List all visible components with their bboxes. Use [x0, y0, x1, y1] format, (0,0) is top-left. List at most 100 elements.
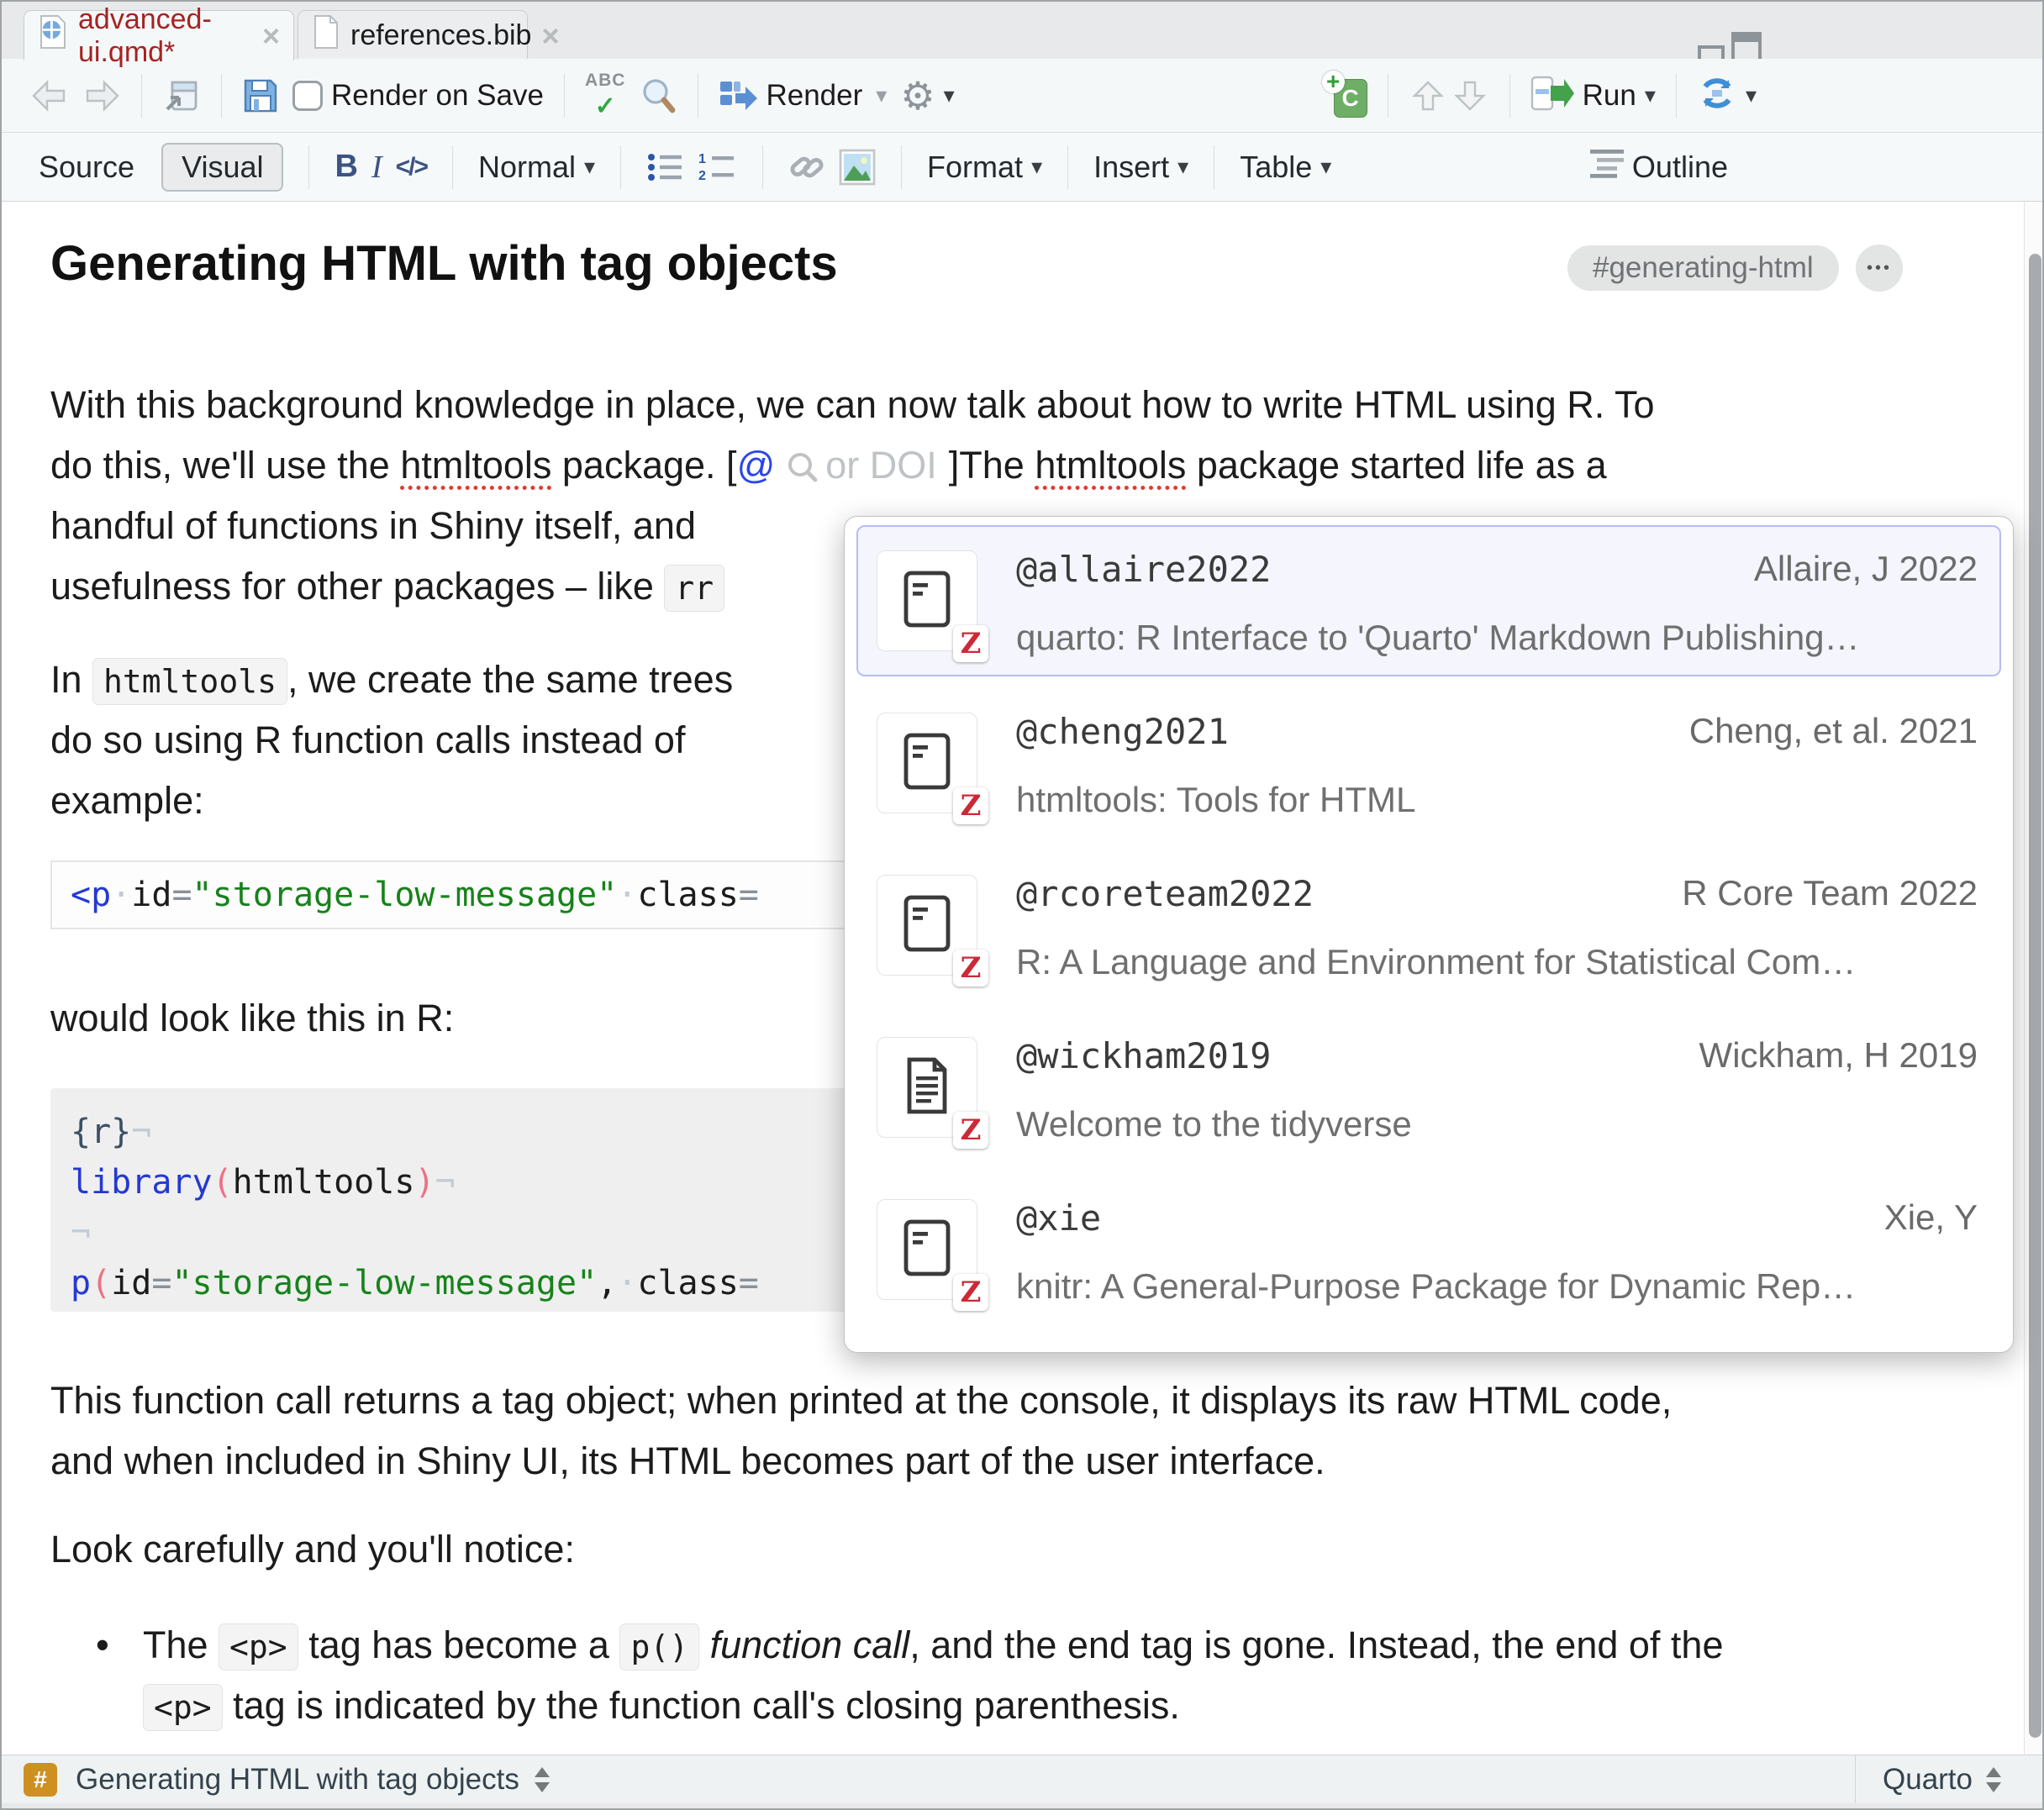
close-tab-icon[interactable]: ×	[541, 21, 559, 51]
heading-level-icon: #	[24, 1763, 57, 1797]
inline-code-button[interactable]: </>	[396, 153, 427, 182]
paragraph-line: do so using R function calls instead of	[50, 715, 685, 766]
tab-title: references.bib	[350, 19, 531, 52]
citation-title: R: A Language and Environment for Statis…	[1016, 942, 1978, 982]
render-button[interactable]: Render	[719, 76, 862, 114]
file-icon	[312, 14, 340, 57]
format-menu[interactable]: Format▾	[927, 150, 1042, 185]
table-menu[interactable]: Table▾	[1240, 150, 1331, 185]
rerun-button[interactable]: ▾	[1697, 75, 1757, 116]
document-type-selector[interactable]: Quarto	[1855, 1755, 2030, 1803]
insert-menu[interactable]: Insert▾	[1093, 150, 1188, 185]
chevron-down-icon: ▾	[1320, 154, 1331, 180]
bullet-list-button[interactable]	[646, 151, 685, 183]
run-icon	[1530, 76, 1574, 115]
save-button[interactable]	[242, 77, 279, 114]
book-icon	[903, 732, 951, 795]
zotero-badge: Z	[953, 1274, 988, 1311]
link-button[interactable]	[788, 149, 825, 186]
reference-type-icon-box: Z	[877, 1199, 977, 1300]
citation-title: htmltools: Tools for HTML	[1016, 780, 1978, 820]
forward-button[interactable]	[82, 79, 121, 113]
scrollbar-thumb[interactable]	[2029, 254, 2041, 1738]
rerun-caret-icon: ▾	[1746, 82, 1757, 108]
zotero-badge: Z	[953, 950, 988, 987]
citation-entry-allaire2022[interactable]: Z @allaire2022 Allaire, J 2022 quarto: R…	[856, 525, 2001, 676]
visual-mode-button[interactable]: Visual	[161, 143, 283, 192]
citation-entry-xie[interactable]: Z @xie Xie, Y knitr: A General-Purpose P…	[856, 1174, 2001, 1325]
doc-type-updown-icon	[1984, 1765, 2003, 1794]
code-token: (	[213, 1163, 233, 1202]
italic-button[interactable]: I	[371, 149, 382, 186]
citation-entry-rcoreteam2022[interactable]: Z @rcoreteam2022 R Core Team 2022 R: A L…	[856, 850, 2001, 1001]
code-token: )	[414, 1163, 435, 1202]
citation-key: @cheng2021	[1016, 711, 1229, 752]
render-options-caret[interactable]: ▾	[876, 82, 887, 108]
settings-button[interactable]: ⚙ ▾	[900, 73, 954, 118]
citation-entry-wickham2019[interactable]: Z @wickham2019 Wickham, H 2019 Welcome t…	[856, 1012, 2001, 1163]
paragraph-line: handful of functions in Shiny itself, an…	[50, 501, 696, 551]
current-section-selector[interactable]: Generating HTML with tag objects	[76, 1763, 519, 1797]
chevron-down-icon: ▾	[584, 154, 595, 180]
chevron-down-icon: ▾	[1031, 154, 1042, 180]
jump-next-button[interactable]	[1456, 76, 1489, 115]
chevron-down-icon: ▾	[1177, 154, 1188, 180]
bullet-marker: •	[96, 1620, 109, 1671]
section-anchor-badge: #generating-html	[1567, 245, 1839, 291]
settings-caret-icon: ▾	[944, 82, 955, 108]
jump-previous-button[interactable]	[1409, 76, 1442, 115]
inline-code: p()	[619, 1623, 699, 1671]
paragraph-style-dropdown[interactable]: Normal▾	[478, 150, 595, 185]
open-in-new-window-button[interactable]	[162, 77, 201, 114]
citation-author: Allaire, J 2022	[1754, 549, 1978, 589]
code-token: <p	[71, 876, 111, 914]
editor-scrollbar[interactable]	[2024, 202, 2044, 1755]
bold-button[interactable]: B	[335, 149, 357, 185]
code-token: htmltools	[233, 1163, 415, 1202]
run-button[interactable]: Run ▾	[1530, 76, 1656, 115]
gear-icon: ⚙	[900, 73, 935, 118]
paragraph-line: Look carefully and you'll notice:	[50, 1524, 575, 1575]
svg-text:2: 2	[698, 169, 706, 183]
citation-entry-cheng2021[interactable]: Z @cheng2021 Cheng, et al. 2021 htmltool…	[856, 687, 2001, 839]
code-token: ¬	[131, 1113, 151, 1151]
numbered-list-button[interactable]: 12	[698, 151, 737, 183]
inline-code: <p>	[143, 1684, 223, 1731]
outline-toggle[interactable]: Outline	[1590, 148, 1728, 186]
citation-key: @xie	[1016, 1197, 1101, 1239]
section-selector-updown-icon[interactable]	[533, 1765, 551, 1794]
close-tab-icon[interactable]: ×	[262, 21, 280, 51]
back-button[interactable]	[30, 79, 69, 113]
visual-editor-canvas[interactable]: Generating HTML with tag objects #genera…	[2, 202, 2044, 1755]
tab-advanced-ui-qmd[interactable]: advanced-ui.qmd* ×	[24, 10, 294, 61]
tab-references-bib[interactable]: references.bib ×	[298, 10, 528, 61]
checkbox-unchecked[interactable]	[292, 81, 323, 111]
render-on-save-label: Render on Save	[331, 79, 544, 113]
tab-title: advanced-ui.qmd*	[78, 3, 252, 69]
code-token: =	[739, 1264, 759, 1302]
paragraph-line: do this, we'll use the htmltools package…	[50, 440, 1607, 491]
paragraph-line: example:	[50, 776, 204, 826]
visual-editor-toolbar: Source Visual B I </> Normal▾ 12 Format▾…	[2, 133, 2044, 202]
code-token: library	[71, 1163, 213, 1202]
section-options-button[interactable]: •••	[1856, 245, 1903, 292]
svg-text:1: 1	[698, 152, 706, 166]
image-button[interactable]	[839, 149, 876, 186]
citation-placeholder: or DOI	[825, 444, 937, 487]
find-replace-button[interactable]	[639, 76, 677, 115]
paragraph-line: In htmltools, we create the same trees	[50, 655, 733, 705]
spellcheck-button[interactable]: ABC ✓	[585, 71, 626, 119]
reference-type-icon-box: Z	[877, 550, 977, 651]
paragraph-line: usefulness for other packages – like rr	[50, 561, 724, 612]
code-token: "storage-low-message"	[192, 876, 618, 914]
code-token: "storage-low-message"	[171, 1264, 597, 1302]
code-token: class	[637, 876, 738, 914]
render-on-save-checkbox[interactable]: Render on Save	[292, 79, 544, 113]
source-mode-button[interactable]: Source	[39, 150, 134, 185]
search-icon	[787, 444, 819, 487]
insert-chunk-button[interactable]: C +	[1324, 74, 1367, 118]
reference-type-icon-box: Z	[877, 1037, 977, 1138]
citation-key: @rcoreteam2022	[1016, 873, 1314, 914]
reference-type-icon-box: Z	[877, 875, 977, 976]
list-item-line: The <p> tag has become a p() function ca…	[143, 1620, 1723, 1671]
